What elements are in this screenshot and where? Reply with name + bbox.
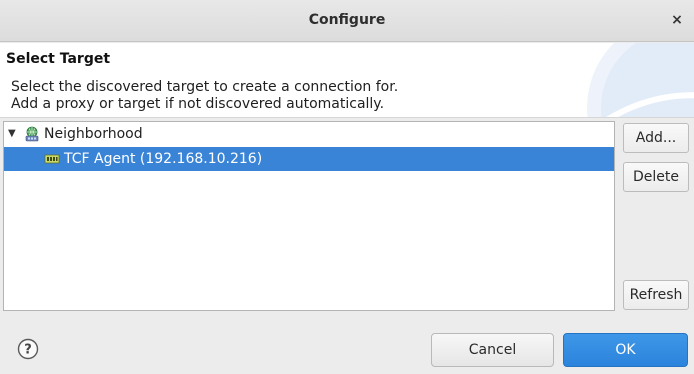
tree-node-tcf-agent[interactable]: TCF Agent (192.168.10.216) xyxy=(4,147,614,171)
header-banner: Select Target Select the discovered targ… xyxy=(0,43,694,118)
tree-node-label: Neighborhood xyxy=(44,126,143,142)
dialog-title: Configure xyxy=(308,12,386,28)
tree-node-neighborhood[interactable]: ▼ Neighborhood xyxy=(4,122,614,146)
help-glyph: ? xyxy=(24,343,32,358)
page-title: Select Target xyxy=(6,51,111,67)
tree-node-label: TCF Agent (192.168.10.216) xyxy=(64,151,263,167)
cancel-button[interactable]: Cancel xyxy=(431,333,554,367)
description-line-2: Add a proxy or target if not discovered … xyxy=(11,96,385,112)
network-icon xyxy=(25,126,39,142)
description-line-1: Select the discovered target to create a… xyxy=(11,79,399,95)
agent-icon xyxy=(44,154,60,164)
add-button[interactable]: Add... xyxy=(623,123,689,153)
close-button[interactable]: × xyxy=(666,9,688,31)
target-tree[interactable]: ▼ Neighborhood TCF Agent (192.168.10.216… xyxy=(3,121,615,311)
expand-toggle-icon[interactable]: ▼ xyxy=(8,122,20,146)
refresh-button[interactable]: Refresh xyxy=(623,280,689,310)
delete-button[interactable]: Delete xyxy=(623,162,689,192)
ok-button[interactable]: OK xyxy=(563,333,688,367)
banner-graphic xyxy=(587,43,694,117)
help-icon[interactable]: ? xyxy=(17,338,39,360)
dialog-titlebar: Configure × xyxy=(0,0,694,42)
page-description: Select the discovered target to create a… xyxy=(11,79,398,113)
